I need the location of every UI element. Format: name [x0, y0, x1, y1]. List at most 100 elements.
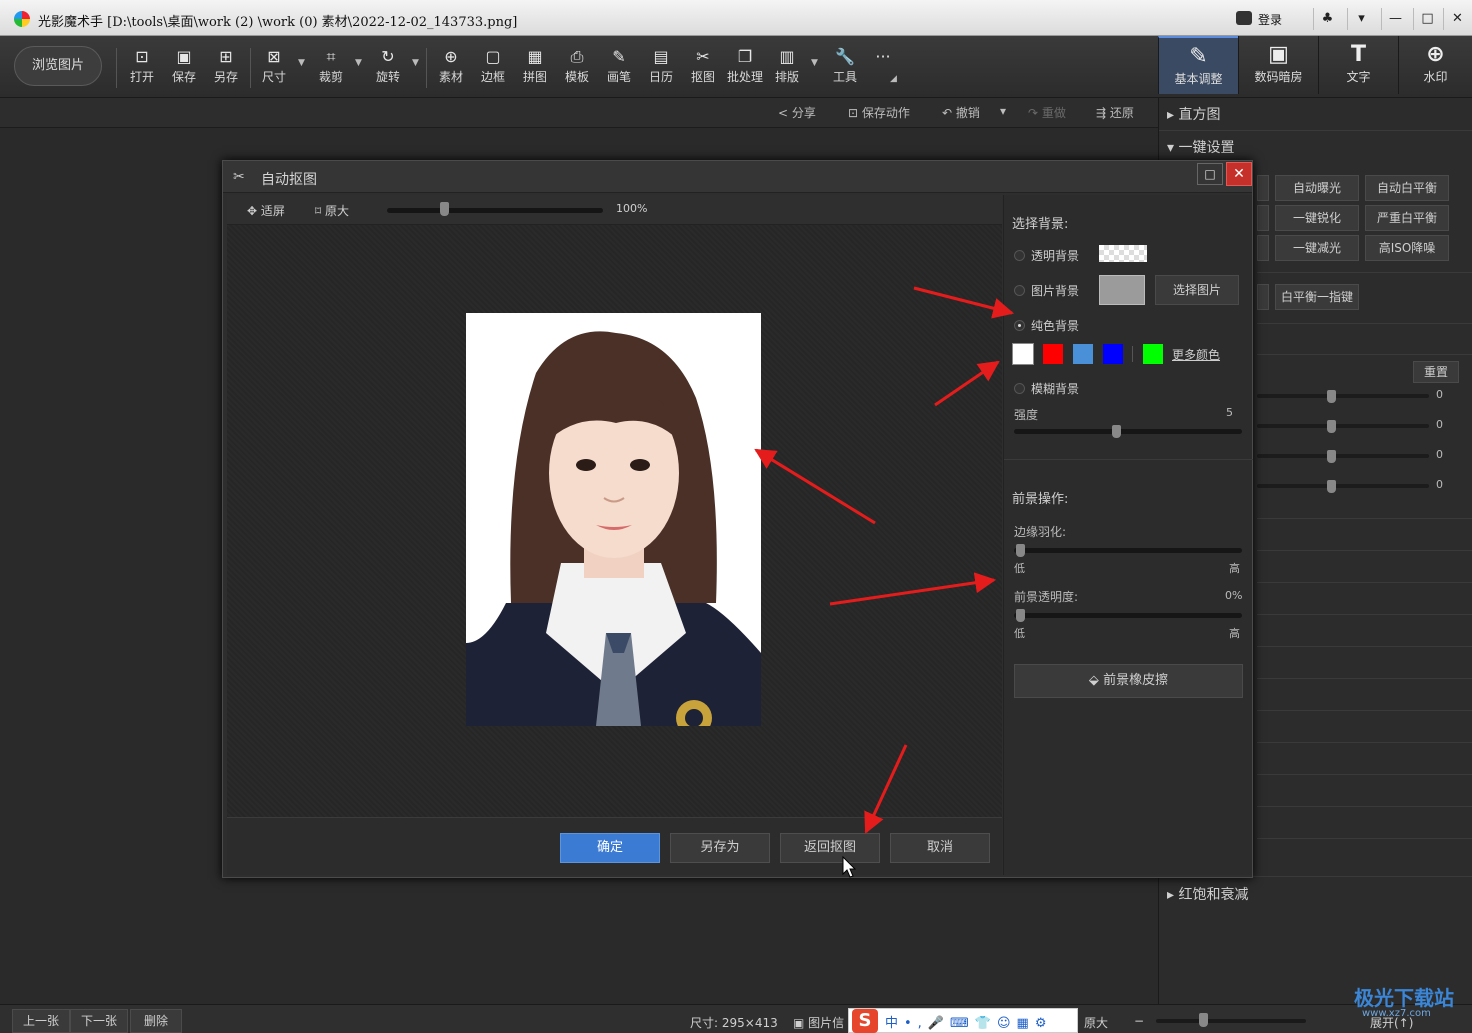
batch-button[interactable]: ❐ 批处理 [722, 46, 768, 92]
cancel-button[interactable]: 取消 [890, 833, 990, 863]
red-sat-section[interactable]: ▸ 红饱和衰减 [1167, 884, 1248, 904]
ime-mic-icon[interactable]: 🎤 [928, 1016, 950, 1031]
color-swatch-white[interactable] [1012, 343, 1034, 365]
transparent-bg-label[interactable]: 透明背景 [1031, 247, 1079, 264]
blur-bg-radio[interactable] [1014, 383, 1025, 394]
browse-images-button[interactable]: 浏览图片 [14, 46, 102, 86]
layout-button[interactable]: ▥ 排版 [766, 46, 808, 92]
auto-wb-button[interactable]: 自动白平衡 [1365, 175, 1449, 201]
rotate-button[interactable]: ↻ 旋转 [367, 46, 409, 92]
fg-opacity-slider-track[interactable] [1014, 613, 1242, 618]
ime-punct-icon[interactable]: •, [904, 1016, 928, 1031]
fit-screen-button[interactable]: ✥ 适屏 [247, 202, 285, 219]
zoom-minus-icon[interactable]: − [1134, 1014, 1144, 1028]
wb-one-finger-button[interactable]: 白平衡一指键 [1275, 284, 1359, 310]
reset-button[interactable]: 重置 [1413, 361, 1459, 383]
brush-button[interactable]: ✎ 画笔 [598, 46, 640, 92]
save-button[interactable]: ▣ 保存 [163, 46, 205, 92]
adjust-slider-thumb[interactable] [1327, 420, 1336, 433]
color-swatch-blue-light[interactable] [1073, 344, 1093, 364]
iso-denoise-button[interactable]: 高ISO降噪 [1365, 235, 1449, 261]
ime-emoji-icon[interactable]: ☺ [997, 1016, 1017, 1031]
undo-button[interactable]: ↶ 撤销 [942, 104, 980, 121]
collage-button[interactable]: ▦ 拼图 [514, 46, 556, 92]
border-button[interactable]: ▢ 边框 [472, 46, 514, 92]
tab-basic-adjust[interactable]: ✎ 基本调整 [1158, 36, 1238, 94]
tab-text[interactable]: T 文字 [1318, 36, 1398, 94]
dialog-titlebar[interactable]: ✂ 自动抠图 [223, 161, 1252, 193]
adjust-slider-thumb[interactable] [1327, 450, 1336, 463]
blur-bg-label[interactable]: 模糊背景 [1031, 380, 1079, 397]
sharpen-button[interactable]: 一键锐化 [1275, 205, 1359, 231]
tools-button[interactable]: 🔧 工具 [824, 46, 866, 92]
adjust-slider-track[interactable] [1257, 484, 1429, 488]
ime-skin-icon[interactable]: 👕 [975, 1016, 997, 1031]
more-button[interactable]: ··· [862, 46, 904, 92]
image-info-button[interactable]: ▣ 图片信 [793, 1014, 844, 1031]
adjust-slider-track[interactable] [1257, 394, 1429, 398]
histogram-section[interactable]: ▸ 直方图 [1167, 104, 1220, 124]
save-as-button[interactable]: ⊞ 另存 [205, 46, 247, 92]
adjust-slider-track[interactable] [1257, 424, 1429, 428]
solid-bg-label[interactable]: 纯色背景 [1031, 317, 1079, 334]
back-to-cutout-button[interactable]: 返回抠图 [780, 833, 880, 863]
original-size-status-button[interactable]: 原大 [1084, 1014, 1108, 1031]
hidden-button[interactable] [1257, 175, 1269, 201]
original-size-button[interactable]: ⌑ 原大 [315, 202, 349, 219]
size-dropdown-icon[interactable]: ▼ [298, 58, 305, 68]
ime-grid-icon[interactable]: ▦ [1017, 1016, 1035, 1031]
next-image-button[interactable]: 下一张 [70, 1009, 128, 1033]
calendar-button[interactable]: ▤ 日历 [640, 46, 682, 92]
adjust-slider-thumb[interactable] [1327, 480, 1336, 493]
reduce-light-button[interactable]: 一键减光 [1275, 235, 1359, 261]
ime-settings-icon[interactable]: ⚙ [1035, 1016, 1053, 1031]
ok-button[interactable]: 确定 [560, 833, 660, 863]
login-link[interactable]: 登录 [1258, 11, 1282, 28]
ime-icons[interactable]: 中•,🎤⌨👕☺▦⚙ [885, 1012, 1052, 1031]
strength-slider-thumb[interactable] [1112, 425, 1121, 438]
image-bg-label[interactable]: 图片背景 [1031, 282, 1079, 299]
save-as-button[interactable]: 另存为 [670, 833, 770, 863]
share-button[interactable]: < 分享 [778, 104, 816, 121]
prev-image-button[interactable]: 上一张 [12, 1009, 70, 1033]
status-zoom-thumb[interactable] [1199, 1013, 1208, 1027]
auto-exposure-button[interactable]: 自动曝光 [1275, 175, 1359, 201]
cutout-button[interactable]: ✂ 抠图 [682, 46, 724, 92]
size-button[interactable]: ⊠ 尺寸 [253, 46, 295, 92]
color-swatch-red[interactable] [1043, 344, 1063, 364]
skin-button[interactable]: ♣ [1313, 8, 1341, 30]
image-bg-radio[interactable] [1014, 285, 1025, 296]
open-button[interactable]: ⊡ 打开 [121, 46, 163, 92]
transparent-bg-radio[interactable] [1014, 250, 1025, 261]
ime-chinese-icon[interactable]: 中 [885, 1016, 904, 1031]
strength-slider-track[interactable] [1014, 429, 1242, 434]
close-button[interactable]: ✕ [1443, 8, 1471, 30]
crop-button[interactable]: ⌗ 裁剪 [310, 46, 352, 92]
redo-button[interactable]: ↷ 重做 [1028, 104, 1066, 121]
sogou-logo-icon[interactable]: S [852, 1009, 878, 1033]
adjust-slider-track[interactable] [1257, 454, 1429, 458]
hidden-button[interactable] [1257, 205, 1269, 231]
save-action-button[interactable]: ⊡ 保存动作 [848, 104, 910, 121]
dialog-maximize-button[interactable]: □ [1197, 163, 1223, 185]
one-click-section[interactable]: ▾ 一键设置 [1167, 137, 1234, 157]
feather-slider-track[interactable] [1014, 548, 1242, 553]
ime-keyboard-icon[interactable]: ⌨ [950, 1016, 975, 1031]
tab-watermark[interactable]: ⊕ 水印 [1398, 36, 1472, 94]
adjust-slider-thumb[interactable] [1327, 390, 1336, 403]
minimize-button[interactable]: — [1381, 8, 1409, 30]
tab-digital-darkroom[interactable]: ▣ 数码暗房 [1238, 36, 1318, 94]
rotate-dropdown-icon[interactable]: ▼ [412, 58, 419, 68]
menu-button[interactable]: ▾ [1347, 8, 1375, 30]
dialog-close-button[interactable]: ✕ [1226, 162, 1252, 186]
undo-dropdown-icon[interactable]: ▾ [1000, 104, 1006, 118]
strong-wb-button[interactable]: 严重白平衡 [1365, 205, 1449, 231]
hidden-button[interactable] [1257, 284, 1269, 310]
color-swatch-blue[interactable] [1103, 344, 1123, 364]
solid-bg-radio[interactable] [1014, 320, 1025, 331]
status-zoom-track[interactable] [1156, 1019, 1306, 1023]
more-colors-link[interactable]: 更多颜色 [1172, 346, 1220, 363]
maximize-button[interactable]: □ [1413, 8, 1441, 30]
color-swatch-green[interactable] [1143, 344, 1163, 364]
choose-image-button[interactable]: 选择图片 [1155, 275, 1239, 305]
